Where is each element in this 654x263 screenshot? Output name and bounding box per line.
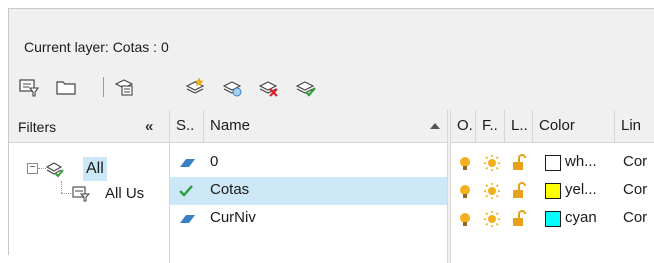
- filters-panel: Filters « − All All Us: [9, 110, 170, 263]
- linetype-name[interactable]: Cor: [623, 209, 647, 226]
- current-checkmark-icon: [178, 183, 194, 199]
- filters-title: Filters: [18, 119, 57, 135]
- thawed-sun-icon[interactable]: [483, 182, 501, 200]
- toolbar: [9, 72, 654, 102]
- linetype-name[interactable]: Cor: [623, 181, 647, 198]
- toolbar-separator: [103, 77, 104, 97]
- tree-collapse-toggle[interactable]: −: [27, 163, 38, 174]
- layer-row-main: 0: [170, 149, 447, 177]
- layer-name[interactable]: 0: [210, 153, 218, 170]
- all-layers-filter-icon: [45, 159, 65, 179]
- on-bulb-icon[interactable]: [457, 155, 473, 173]
- on-bulb-icon[interactable]: [457, 183, 473, 201]
- layer-row-props: cyan Cor: [451, 205, 654, 233]
- column-header-linetype[interactable]: Lin: [615, 110, 654, 142]
- new-layer-icon[interactable]: [185, 76, 207, 98]
- column-header-freeze[interactable]: F..: [476, 110, 505, 142]
- layer-icon: [178, 211, 195, 227]
- layer-states-manager-icon[interactable]: [113, 76, 135, 98]
- layer-row[interactable]: 0 wh... Cor: [170, 149, 654, 177]
- filter-label-all: All: [83, 157, 107, 181]
- color-name[interactable]: cyan: [565, 209, 597, 226]
- layer-properties-manager: Current layer: Cotas : 0 Filters « − All…: [8, 8, 654, 263]
- sort-ascending-icon: [430, 123, 440, 129]
- filter-label-all-used: All Us: [105, 185, 145, 202]
- color-swatch[interactable]: [545, 183, 561, 199]
- column-header-status[interactable]: S..: [170, 110, 204, 142]
- color-swatch[interactable]: [545, 155, 561, 171]
- color-name[interactable]: yel...: [565, 181, 597, 198]
- current-layer-label: Current layer: Cotas : 0: [24, 39, 169, 55]
- color-name[interactable]: wh...: [565, 153, 597, 170]
- set-current-icon[interactable]: [295, 76, 317, 98]
- tree-connector: [61, 193, 71, 194]
- column-header-lock[interactable]: L..: [505, 110, 533, 142]
- layer-grid: S.. Name O. F.. L.. Color Lin 0 wh... Co…: [170, 110, 654, 263]
- new-group-filter-icon[interactable]: [55, 76, 77, 98]
- linetype-name[interactable]: Cor: [623, 153, 647, 170]
- unlocked-icon[interactable]: [511, 210, 527, 228]
- filters-header: Filters «: [9, 110, 169, 143]
- grid-header: S.. Name O. F.. L.. Color Lin: [170, 110, 654, 143]
- unlocked-icon[interactable]: [511, 182, 527, 200]
- layer-row-main: Cotas: [170, 177, 447, 205]
- thawed-sun-icon[interactable]: [483, 154, 501, 172]
- column-header-name[interactable]: Name: [204, 110, 447, 142]
- tree-connector: [61, 181, 62, 193]
- new-layer-vp-frozen-icon[interactable]: [222, 76, 244, 98]
- delete-layer-icon[interactable]: [258, 76, 280, 98]
- layer-row-props: yel... Cor: [451, 177, 654, 205]
- collapse-filters-button[interactable]: «: [145, 118, 153, 135]
- column-header-on[interactable]: O.: [451, 110, 476, 142]
- filter-funnel-icon: [71, 183, 91, 203]
- layer-row[interactable]: CurNiv cyan Cor: [170, 205, 654, 233]
- color-swatch[interactable]: [545, 211, 561, 227]
- column-header-color[interactable]: Color: [533, 110, 615, 142]
- layer-row[interactable]: Cotas yel... Cor: [170, 177, 654, 205]
- filter-tree-item-all[interactable]: − All: [9, 157, 169, 181]
- layer-name[interactable]: Cotas: [210, 181, 249, 198]
- layer-name[interactable]: CurNiv: [210, 209, 256, 226]
- new-property-filter-icon[interactable]: [18, 76, 40, 98]
- layer-icon: [178, 155, 195, 171]
- layer-row-props: wh... Cor: [451, 149, 654, 177]
- on-bulb-icon[interactable]: [457, 211, 473, 229]
- layer-row-main: CurNiv: [170, 205, 447, 233]
- unlocked-icon[interactable]: [511, 154, 527, 172]
- thawed-sun-icon[interactable]: [483, 210, 501, 228]
